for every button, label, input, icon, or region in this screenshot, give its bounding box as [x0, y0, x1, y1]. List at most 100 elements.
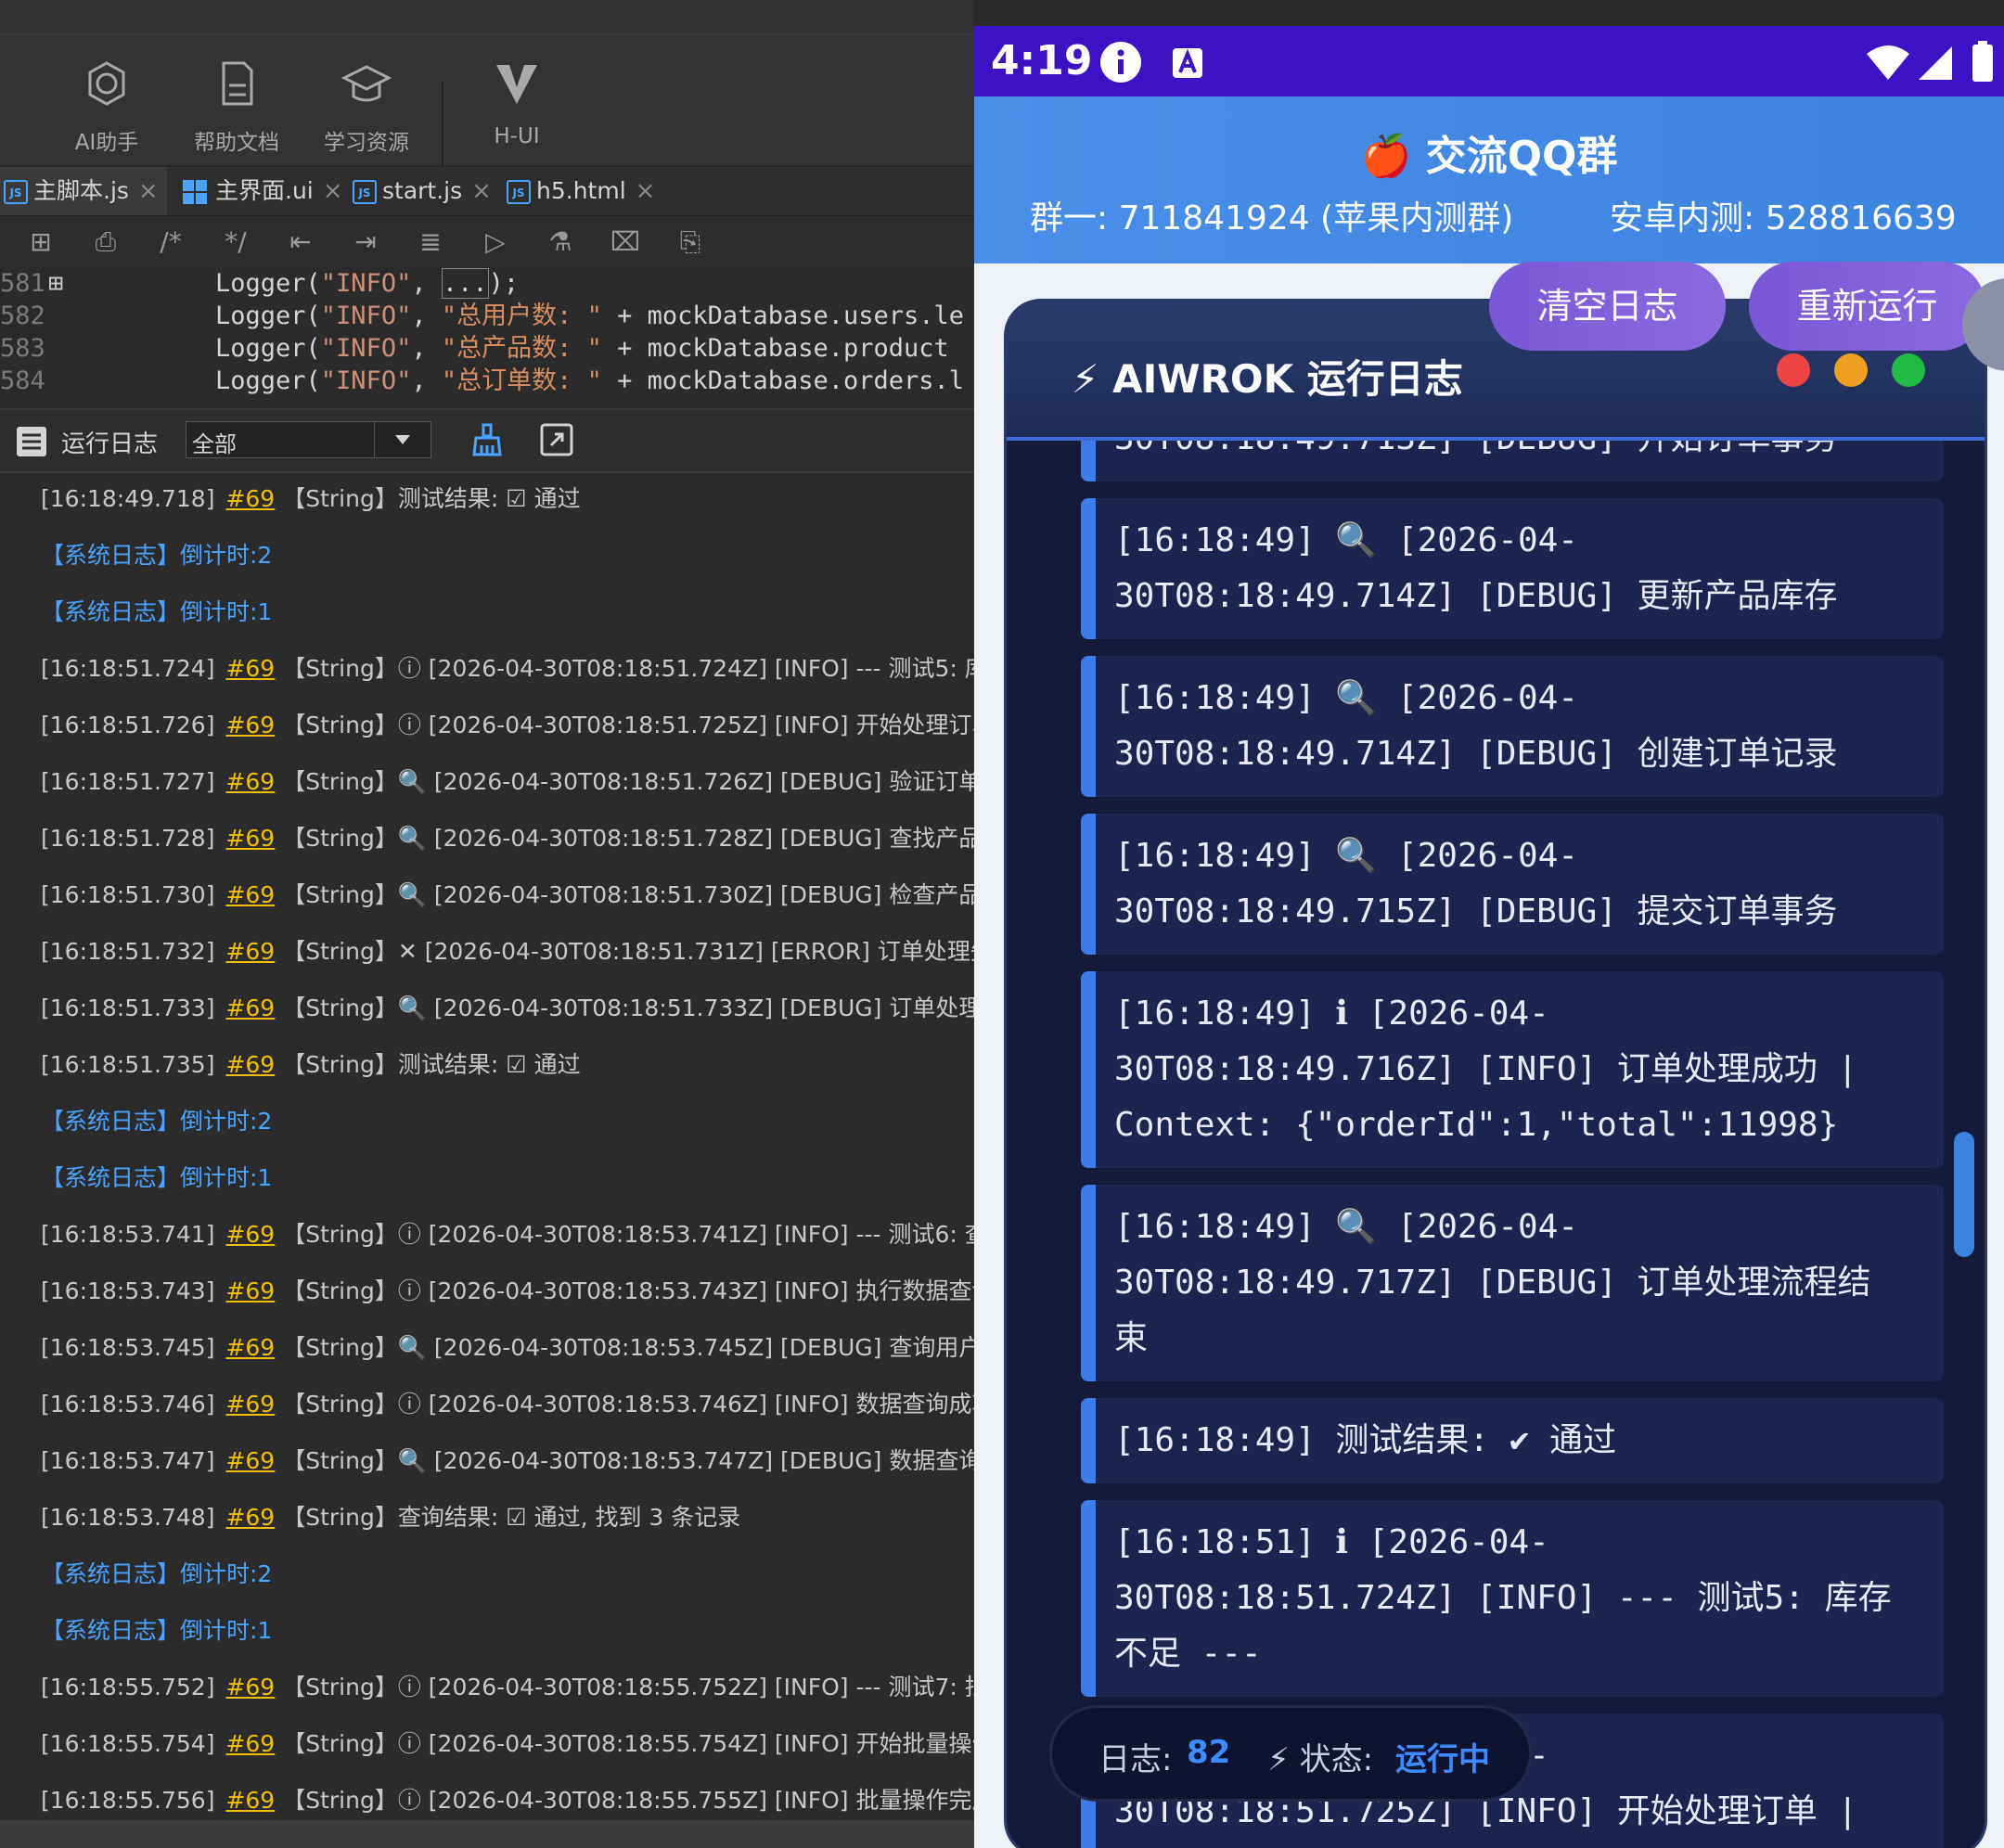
format-icon[interactable]: ≣ — [414, 225, 447, 259]
log-panel: 30T08:18:49.713Z] [DEBUG] 开始订单事务[16:18:4… — [1004, 299, 1987, 1848]
log-row: [16:18:53.741] #69 【String】ⓘ [2026-04-30T0… — [41, 1216, 974, 1253]
script-link[interactable]: #69 — [225, 655, 275, 682]
log-entry-line: [16:18:51] ℹ [2026-04- — [1114, 1523, 1549, 1561]
tab-main-ui[interactable]: 主界面.ui × — [173, 167, 343, 215]
script-link[interactable]: #69 — [225, 1391, 275, 1418]
run-status-bar: 日志: 82 ⚡ 状态: 运行中 — [1049, 1705, 1532, 1802]
log-message: 测试结果: — [397, 1051, 507, 1078]
log-entry-line: 束 — [1114, 1319, 1149, 1357]
magnifier-icon: 🔍 — [397, 881, 427, 908]
tab-h5-html[interactable]: JS h5.html × — [503, 167, 670, 215]
log-tag: 【String】 — [282, 995, 398, 1021]
print-icon[interactable]: ⎙ — [89, 225, 122, 259]
log-panel-title: ⚡ AIWROK 运行日志 — [1072, 356, 1463, 402]
comment-icon[interactable]: /* — [154, 225, 187, 259]
outdent-icon[interactable]: ⇤ — [284, 225, 317, 259]
qq-group-one[interactable]: 群一: 711841924 (苹果内测群) — [1030, 191, 1513, 239]
log-filter-select[interactable]: 全部 — [186, 421, 431, 458]
code-line: 583 Logger("INFO", "总产品数: " + mockDatabas… — [0, 334, 949, 363]
script-link[interactable]: #69 — [225, 1674, 275, 1700]
clipboard-icon[interactable]: ⎘ — [674, 225, 707, 259]
script-link[interactable]: #69 — [225, 825, 275, 852]
js-file-icon: JS — [353, 180, 377, 204]
clear-log-button[interactable]: 清空日志 — [1489, 262, 1726, 351]
script-link[interactable]: #69 — [225, 1051, 275, 1078]
script-link[interactable]: #69 — [225, 1787, 275, 1814]
emulator-title-strip — [974, 0, 2004, 26]
log-tag: 【String】 — [282, 1447, 398, 1474]
script-link[interactable]: #69 — [225, 768, 275, 795]
script-link[interactable]: #69 — [225, 881, 275, 908]
wifi-icon — [1867, 45, 1909, 80]
info-box-icon: ⓘ — [397, 712, 421, 738]
tab-start-js[interactable]: JS start.js × — [349, 167, 497, 215]
graduation-cap-icon — [340, 65, 392, 102]
code-editor[interactable]: 581 ⊞ Logger("INFO", ...); 582 Logger("INFO… — [0, 267, 974, 395]
script-link[interactable]: #69 — [225, 1221, 275, 1248]
log-row: [16:18:53.747] #69 【String】🔍 [2026-04-30T0… — [41, 1443, 974, 1480]
state-label: ⚡ 状态: — [1267, 1741, 1374, 1778]
broom-icon[interactable] — [469, 421, 506, 458]
info-box-icon: ⓘ — [397, 1674, 421, 1700]
script-link[interactable]: #69 — [225, 1447, 275, 1474]
close-icon[interactable]: × — [471, 177, 492, 205]
log-row: [16:18:51.728] #69 【String】🔍 [2026-04-30T0… — [41, 820, 974, 857]
vertical-scrollbar-thumb[interactable] — [1954, 1132, 1974, 1257]
run-icon[interactable]: ▷ — [479, 225, 512, 259]
close-icon[interactable]: × — [323, 177, 343, 205]
flask-icon[interactable]: ⚗ — [544, 225, 577, 259]
log-row: [16:18:51.730] #69 【String】🔍 [2026-04-30T0… — [41, 877, 974, 914]
script-link[interactable]: #69 — [225, 712, 275, 738]
info-icon — [1100, 42, 1141, 83]
rerun-button[interactable]: 重新运行 — [1749, 262, 1985, 351]
script-link[interactable]: #69 — [225, 938, 275, 965]
log-result: 通过 — [526, 485, 581, 512]
add-icon[interactable]: ⊞ — [24, 225, 58, 259]
close-icon[interactable]: × — [138, 177, 159, 205]
android-status-bar: 4:19 — [974, 26, 2004, 96]
help-docs-button[interactable]: 帮助文档 — [176, 56, 297, 158]
log-entry: [16:18:49] 🔍 [2026-04- 30T08:18:49.715Z] … — [1081, 814, 1944, 955]
variable-icon[interactable]: ⌧ — [609, 225, 642, 259]
log-time: [16:18:51.735] — [41, 1051, 215, 1078]
log-row: 【系统日志】倒计时:1 — [41, 594, 272, 631]
indent-icon[interactable]: ⇥ — [349, 225, 382, 259]
fold-icon[interactable]: ⊞ — [48, 267, 215, 300]
log-row: [16:18:49.718] #69 【String】测试结果: ☑ 通过 — [41, 481, 581, 518]
learning-resources-button[interactable]: 学习资源 — [306, 56, 427, 158]
log-tag: 【String】 — [282, 881, 398, 908]
h-ui-button[interactable]: H-UI — [456, 56, 577, 158]
error-x-icon: ✕ — [397, 938, 418, 965]
script-link[interactable]: #69 — [225, 995, 275, 1021]
log-message: [2026-04-30T08:18:51.725Z] [INFO] 开始处理订单… — [428, 712, 974, 738]
uncomment-icon[interactable]: */ — [219, 225, 252, 259]
log-entry-line: [16:18:49] 🔍 [2026-04- — [1114, 521, 1578, 559]
close-icon[interactable]: × — [636, 177, 656, 205]
log-row: [16:18:55.754] #69 【String】ⓘ [2026-04-30T0… — [41, 1726, 974, 1763]
ai-assistant-button[interactable]: AI助手 — [46, 56, 167, 158]
script-link[interactable]: #69 — [225, 1277, 275, 1304]
tab-main-script[interactable]: JS 主脚本.js × — [0, 167, 167, 215]
log-entry-line: 30T08:18:49.714Z] [DEBUG] 创建订单记录 — [1114, 735, 1838, 773]
chevron-down-icon[interactable] — [374, 422, 430, 457]
qq-group-title: 🍎 交流QQ群 — [1360, 133, 1618, 180]
log-entry-line: 30T08:18:49.716Z] [INFO] 订单处理成功 | — [1114, 1050, 1858, 1088]
log-entry-line: 30T08:18:49.717Z] [DEBUG] 订单处理流程结 — [1114, 1264, 1871, 1302]
log-message: [2026-04-30T08:18:51.733Z] [DEBUG] 订单处理流… — [433, 995, 974, 1021]
log-message: [2026-04-30T08:18:51.728Z] [DEBUG] 查找产品信… — [426, 825, 974, 852]
script-link[interactable]: #69 — [225, 1334, 275, 1361]
log-message: [2026-04-30T08:18:53.746Z] [INFO] 数据查询成功… — [428, 1391, 974, 1418]
info-box-icon: ⓘ — [397, 1277, 421, 1304]
script-link[interactable]: #69 — [225, 1730, 275, 1757]
log-list[interactable]: [16:18:49.718] #69 【String】测试结果: ☑ 通过 【系统日志… — [0, 473, 974, 1818]
log-filter-value: 全部 — [192, 431, 237, 457]
qq-group-android[interactable]: 安卓内测: 528816639 — [1610, 191, 1957, 239]
log-time: [16:18:51.733] — [41, 995, 215, 1021]
export-icon[interactable] — [538, 421, 575, 458]
log-entry-line: 不足 --- — [1114, 1635, 1262, 1673]
log-entry-line: [16:18:49] 测试结果: ✔ 通过 — [1114, 1421, 1617, 1459]
script-link[interactable]: #69 — [225, 1504, 275, 1531]
horizontal-scrollbar[interactable] — [0, 1820, 974, 1848]
log-entry: [16:18:49] 🔍 [2026-04- 30T08:18:49.714Z] … — [1081, 498, 1944, 639]
script-link[interactable]: #69 — [225, 485, 275, 512]
